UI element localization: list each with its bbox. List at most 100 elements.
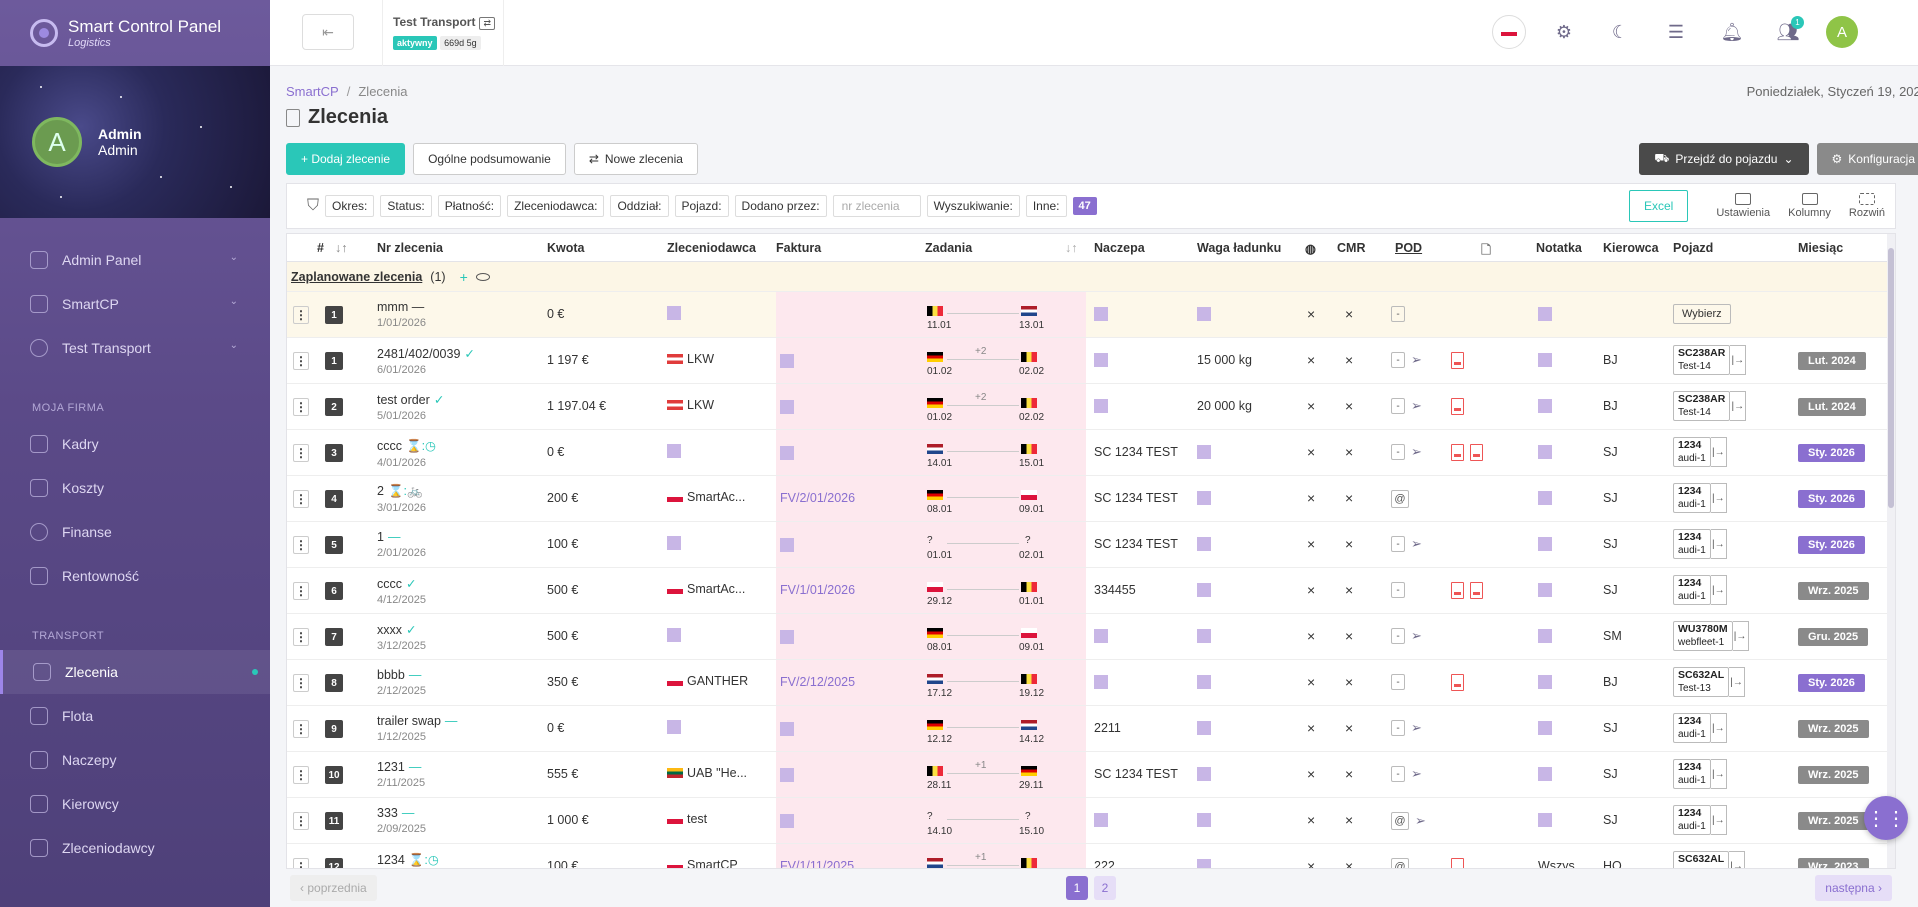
email-icon[interactable]: @ (1391, 858, 1409, 868)
client[interactable]: LKW (667, 398, 714, 412)
filter-inne[interactable]: Inne: (1025, 195, 1067, 217)
table-row[interactable]: ⋮ 5 1—2/01/2026 100 €?? 01.01 02.01 SC 1234 TE… (287, 522, 1895, 568)
pdf-icon[interactable] (1470, 444, 1483, 461)
invoice[interactable] (776, 430, 921, 475)
month-badge[interactable]: Lut. 2024 (1798, 352, 1866, 370)
table-row[interactable]: ⋮ 12 1234 ⌛:◷ 100 € SmartCP FV/1/11/2025 +1 222 ×… (287, 844, 1895, 868)
invoice[interactable] (776, 752, 921, 797)
invoice[interactable]: FV/2/12/2025 (776, 660, 921, 705)
assign-icon[interactable]: |→ (1729, 667, 1746, 697)
table-row[interactable]: ⋮ 4 2 ⌛:🚲 3/01/2026 200 € SmartAc... FV/2/01/20… (287, 476, 1895, 522)
client[interactable]: UAB "He... (667, 766, 747, 780)
row-menu-button[interactable]: ⋮ (293, 720, 309, 738)
filter-okres[interactable]: Okres: (325, 195, 375, 217)
filter-dodano-przez[interactable]: Dodano przez: (734, 195, 827, 217)
row-menu-button[interactable]: ⋮ (293, 582, 309, 600)
table-row[interactable]: ⋮ 7 xxxx ✓ 3/12/2025 500 €08.01 09.01 × × - ➢ SM WU3… (287, 614, 1895, 660)
client[interactable]: GANTHER (667, 674, 748, 688)
order-number[interactable]: cccc ⌛:◷ 4/01/2026 (377, 438, 436, 469)
pdf-icon[interactable] (1451, 444, 1464, 461)
order-number[interactable]: xxxx ✓ 3/12/2025 (377, 622, 426, 652)
note[interactable] (1538, 583, 1552, 600)
avatar[interactable]: A (1826, 16, 1858, 48)
send-icon[interactable]: ➢ (1411, 720, 1422, 736)
pod-status[interactable]: - (1391, 352, 1405, 368)
tasks-route[interactable]: +1 28.11 29.11 (921, 752, 1086, 797)
table-row[interactable]: ⋮ 8 bbbb —2/12/2025 350 € GANTHER FV/2/12/2025… (287, 660, 1895, 706)
select-vehicle-button[interactable]: Wybierz (1673, 304, 1731, 324)
month-badge[interactable]: Sty. 2026 (1798, 490, 1865, 508)
pod[interactable]: - ➢ (1391, 720, 1422, 736)
sliders-icon[interactable]: ⚙ (1546, 14, 1582, 50)
vehicle[interactable]: 1234 audi-1 |→ (1673, 483, 1727, 513)
month-badge[interactable]: Sty. 2026 (1798, 536, 1865, 554)
col-notatka[interactable]: Notatka (1536, 241, 1582, 255)
row-menu-button[interactable]: ⋮ (293, 674, 309, 692)
pod[interactable]: - ➢ (1391, 352, 1422, 368)
invoice[interactable] (776, 522, 921, 567)
switch-icon[interactable]: ⇄ (479, 17, 496, 30)
filter-pojazd[interactable]: Pojazd: (674, 195, 729, 217)
prev-page-button[interactable]: ‹ poprzednia (290, 875, 377, 901)
documents[interactable] (1451, 582, 1483, 599)
filter-wyszukiwanie[interactable]: Wyszukiwanie: (926, 195, 1020, 217)
settings-button[interactable]: Ustawienia (1716, 193, 1770, 219)
vehicle[interactable]: SC238AR Test-14 |→ (1673, 345, 1747, 375)
breadcrumb-root[interactable]: SmartCP (286, 84, 339, 99)
client[interactable]: SmartAc... (667, 490, 745, 504)
order-number[interactable]: 2 ⌛:🚲 3/01/2026 (377, 484, 426, 514)
month-badge[interactable]: Sty. 2026 (1798, 674, 1865, 692)
month-badge[interactable]: Sty. 2026 (1798, 444, 1865, 462)
col-kwota[interactable]: Kwota (547, 241, 585, 255)
order-number[interactable]: 333—2/09/2025 (377, 806, 426, 835)
table-row[interactable]: ⋮ 1 mmm —1/01/2026 0 € 11.01 13.01 × × - … (287, 292, 1895, 338)
email-icon[interactable]: @ (1391, 812, 1409, 830)
row-menu-button[interactable]: ⋮ (293, 858, 309, 868)
row-menu-button[interactable]: ⋮ (293, 536, 309, 554)
month-badge[interactable]: Wrz. 2025 (1798, 582, 1869, 600)
tasks-route[interactable]: 14.01 15.01 (921, 430, 1086, 475)
month-badge[interactable]: Wrz. 2025 (1798, 812, 1869, 830)
company-switcher[interactable]: Test Transport ⇄ aktywny 669d 5g (382, 0, 504, 66)
invoice[interactable]: FV/2/01/2026 (776, 476, 921, 521)
month-badge[interactable]: Gru. 2025 (1798, 628, 1869, 646)
scrollbar[interactable] (1887, 234, 1895, 868)
pod[interactable]: - (1391, 306, 1405, 322)
assign-icon[interactable]: |→ (1710, 483, 1727, 513)
month-badge[interactable]: Wrz. 2023 (1798, 858, 1869, 868)
client[interactable] (667, 536, 681, 550)
vehicle[interactable]: 1234 audi-1 |→ (1673, 575, 1727, 605)
note[interactable] (1538, 399, 1552, 416)
pod[interactable]: - ➢ (1391, 444, 1422, 460)
vehicle[interactable]: SC632ALTest-13|→ (1673, 851, 1746, 868)
col-waga[interactable]: Waga ładunku (1197, 241, 1281, 255)
assign-icon[interactable]: |→ (1710, 805, 1727, 835)
order-number[interactable]: 1234 ⌛:◷ (377, 852, 439, 868)
group-title[interactable]: Zaplanowane zlecenia (291, 270, 422, 284)
pod[interactable]: - (1391, 674, 1405, 690)
documents[interactable] (1451, 674, 1464, 691)
vehicle[interactable]: 1234 audi-1 |→ (1673, 529, 1727, 559)
invoice[interactable] (776, 614, 921, 659)
sidebar-item-kierowcy[interactable]: Kierowcy (0, 782, 270, 826)
send-icon[interactable]: ➢ (1411, 352, 1422, 368)
sidebar-item-zleceniodawcy[interactable]: Zleceniodawcy (0, 826, 270, 870)
pod[interactable]: - ➢ (1391, 766, 1422, 782)
note[interactable] (1538, 675, 1552, 692)
invoice[interactable] (776, 706, 921, 751)
order-number[interactable]: test order ✓ 5/01/2026 (377, 392, 444, 422)
tasks-route[interactable]: +2 01.02 02.02 (921, 338, 1086, 383)
assign-icon[interactable]: |→ (1710, 437, 1727, 467)
client[interactable]: LKW (667, 352, 714, 366)
sidebar-item-koszty[interactable]: Koszty (0, 466, 270, 510)
documents[interactable] (1451, 352, 1464, 369)
col-cmr[interactable]: CMR (1337, 241, 1365, 255)
client[interactable] (667, 444, 681, 458)
pod[interactable]: - ➢ (1391, 536, 1422, 552)
bell-icon[interactable]: 🔔︎ (1714, 14, 1750, 50)
client[interactable]: SmartAc... (667, 582, 745, 596)
note[interactable] (1538, 445, 1552, 462)
sidebar-item-naczepy[interactable]: Naczepy (0, 738, 270, 782)
table-row[interactable]: ⋮ 9 trailer swap —1/12/2025 0 €12.12 14.12 221… (287, 706, 1895, 752)
note[interactable] (1538, 629, 1552, 646)
